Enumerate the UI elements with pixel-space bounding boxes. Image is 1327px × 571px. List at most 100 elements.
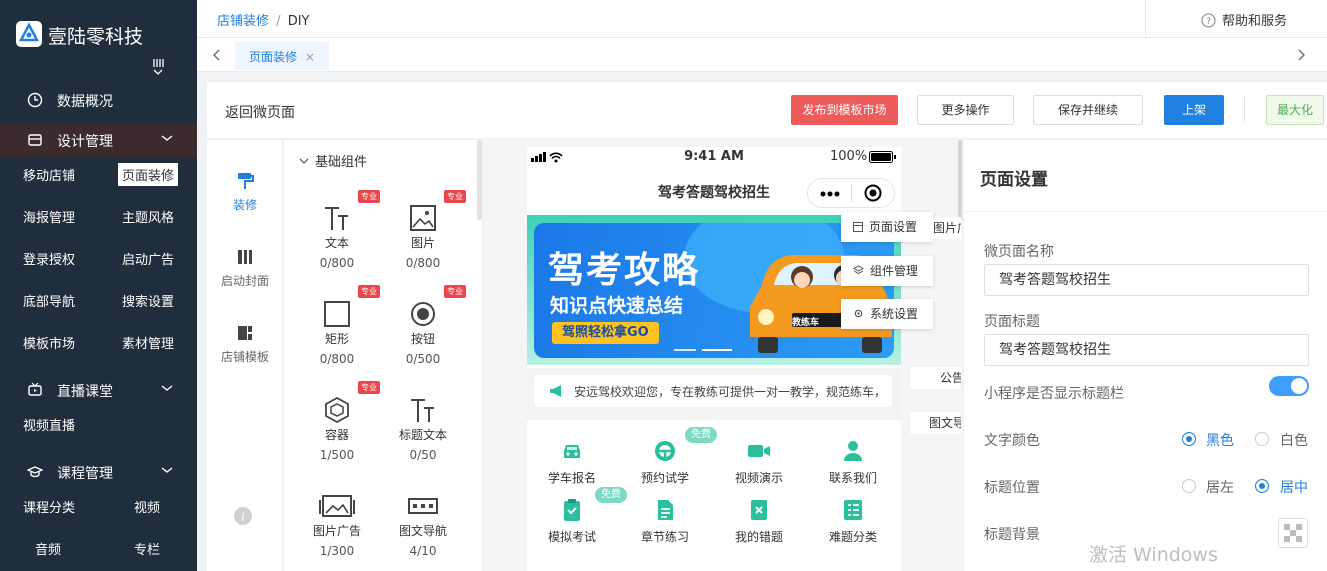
chevron-right-icon[interactable]	[1297, 49, 1305, 61]
tool-launch-cover[interactable]: 启动封面	[207, 248, 283, 289]
page-settings-button[interactable]: 页面设置	[841, 212, 933, 242]
menu-label: 设计管理	[57, 134, 113, 150]
component-group-header[interactable]: 基础组件	[299, 151, 367, 170]
sub-course-category[interactable]: 课程分类	[23, 497, 75, 516]
cube-icon	[292, 396, 382, 426]
radio-black[interactable]	[1182, 432, 1196, 446]
radio-center-label[interactable]: 居中	[1280, 477, 1308, 497]
page-name-label: 微页面名称	[984, 244, 1054, 260]
component-container[interactable]: 容器 1/500	[292, 396, 382, 462]
graduation-cap-icon	[27, 464, 43, 480]
tool-decorate[interactable]: 装修	[207, 172, 283, 213]
chevron-left-icon[interactable]	[213, 49, 221, 61]
collapse-icon[interactable]	[150, 58, 166, 76]
nav-label: 学车报名	[547, 471, 596, 485]
sub-mobile-store[interactable]: 移动店铺	[23, 165, 75, 184]
sub-bottom-nav[interactable]: 底部导航	[23, 291, 75, 310]
sub-assets[interactable]: 素材管理	[122, 333, 174, 352]
category-list-icon	[841, 498, 865, 522]
nav-my-mistakes[interactable]: 我的错题	[714, 498, 804, 545]
tab-label: 页面装修	[249, 50, 298, 64]
radio-left[interactable]	[1182, 479, 1196, 493]
nav-hard-categories[interactable]: 难题分类	[808, 498, 898, 545]
nav-video-demo[interactable]: 视频演示	[714, 439, 804, 486]
tool-store-template[interactable]: 店铺模板	[207, 324, 283, 365]
side-tag-notice[interactable]: 公告	[910, 367, 961, 389]
sub-video-live[interactable]: 视频直播	[23, 415, 75, 434]
page-title-input[interactable]: 驾考答题驾校招生	[984, 334, 1309, 366]
sub-launch-ad[interactable]: 启动广告	[122, 249, 174, 268]
breadcrumb-parent[interactable]: 店铺装修	[217, 14, 269, 29]
banner-ad[interactable]: 驾考攻略 知识点快速总结 驾照轻松拿GO 教练车	[534, 223, 894, 358]
radio-left-label[interactable]: 居左	[1206, 477, 1234, 497]
radio-white-label[interactable]: 白色	[1280, 430, 1308, 450]
nav-trial-booking[interactable]: 预约试学	[620, 439, 710, 486]
chevron-up-icon	[161, 134, 173, 142]
tab-page-decoration[interactable]: 页面装修 ×	[235, 42, 329, 70]
title-bg-color-picker[interactable]	[1278, 518, 1308, 548]
component-rectangle[interactable]: 矩形 0/800	[292, 300, 382, 366]
layout-icon	[235, 248, 255, 266]
gear-icon	[853, 308, 864, 319]
component-text[interactable]: 文本 0/800	[292, 204, 382, 270]
system-settings-button[interactable]: 系统设置	[841, 299, 933, 329]
nav-label: 预约试学	[640, 471, 689, 485]
nav-contact-us[interactable]: 联系我们	[808, 439, 898, 486]
sub-login-auth[interactable]: 登录授权	[23, 249, 75, 268]
component-title-text[interactable]: 标题文本 0/50	[378, 396, 468, 462]
radio-center[interactable]	[1255, 479, 1269, 493]
canvas-scrollbar[interactable]	[958, 140, 962, 220]
sub-column[interactable]: 专栏	[134, 539, 160, 558]
side-tag-image-nav[interactable]: 图文导	[910, 412, 961, 434]
layers-icon	[853, 265, 864, 276]
component-mgmt-label: 组件管理	[870, 264, 919, 278]
target-icon	[864, 184, 882, 202]
sub-video[interactable]: 视频	[134, 497, 160, 516]
menu-design-management[interactable]: 设计管理	[0, 123, 197, 157]
info-icon[interactable]: i	[234, 507, 252, 525]
help-label: 帮助和服务	[1222, 14, 1288, 29]
component-image[interactable]: 图片 0/800	[378, 204, 468, 270]
nav-label: 难题分类	[828, 530, 877, 544]
component-label: 按钮	[410, 332, 435, 346]
save-continue-button[interactable]: 保存并继续	[1033, 95, 1143, 125]
scrollbar[interactable]	[477, 140, 482, 220]
page-name-input[interactable]: 驾考答题驾校招生	[984, 264, 1309, 296]
sub-theme[interactable]: 主题风格	[122, 207, 174, 226]
notice-bar[interactable]: 安远驾校欢迎您，专在教练可提供一对一教学，规范练车，	[534, 375, 892, 407]
sub-audio[interactable]: 音频	[35, 539, 61, 558]
close-icon[interactable]: ×	[305, 50, 315, 64]
component-mgmt-button[interactable]: 组件管理	[841, 256, 933, 286]
radio-black-label[interactable]: 黑色	[1206, 430, 1234, 450]
more-actions-button[interactable]: 更多操作	[917, 95, 1014, 125]
help-service-link[interactable]: ? 帮助和服务	[1201, 10, 1287, 29]
component-count: 0/800	[405, 256, 441, 270]
sub-search-settings[interactable]: 搜索设置	[122, 291, 174, 310]
maximize-button[interactable]: 最大化	[1266, 95, 1324, 125]
component-image-nav[interactable]: 图文导航 4/10	[378, 492, 468, 558]
component-button[interactable]: 按钮 0/500	[378, 300, 468, 366]
radio-white[interactable]	[1255, 432, 1269, 446]
show-titlebar-toggle[interactable]	[1269, 376, 1309, 396]
publish-to-market-button[interactable]: 发布到模板市场	[791, 95, 898, 125]
sub-poster[interactable]: 海报管理	[23, 207, 75, 226]
nav-mock-exam[interactable]: 模拟考试	[527, 498, 617, 545]
sub-template-market[interactable]: 模板市场	[23, 333, 75, 352]
group-title: 基础组件	[315, 155, 368, 170]
system-settings-label: 系统设置	[870, 307, 919, 321]
back-to-micropage-link[interactable]: 返回微页面	[225, 102, 295, 122]
tool-label: 店铺模板	[220, 350, 269, 364]
nav-driving-signup[interactable]: 学车报名	[527, 439, 617, 486]
sub-page-decoration[interactable]: 页面装修	[118, 163, 179, 186]
component-image-ad[interactable]: 图片广告 1/300	[292, 492, 382, 558]
menu-course-management[interactable]: 课程管理	[0, 455, 197, 489]
menu-live-class[interactable]: 直播课堂	[0, 373, 197, 407]
nav-label: 我的错题	[734, 530, 783, 544]
side-tag-image-ad[interactable]: 图片广	[933, 217, 961, 239]
logo-icon	[16, 21, 42, 47]
shelve-button[interactable]: 上架	[1164, 95, 1224, 125]
menu-data-overview[interactable]: 数据概况	[0, 83, 197, 117]
sidebar: 壹陆零科技 数据概况 设计管理 移动店铺 页面装修 海报管理 主题风格 登录授权…	[0, 0, 197, 571]
banner-subtitle: 知识点快速总结	[550, 295, 684, 317]
nav-chapter-practice[interactable]: 章节练习	[620, 498, 710, 545]
